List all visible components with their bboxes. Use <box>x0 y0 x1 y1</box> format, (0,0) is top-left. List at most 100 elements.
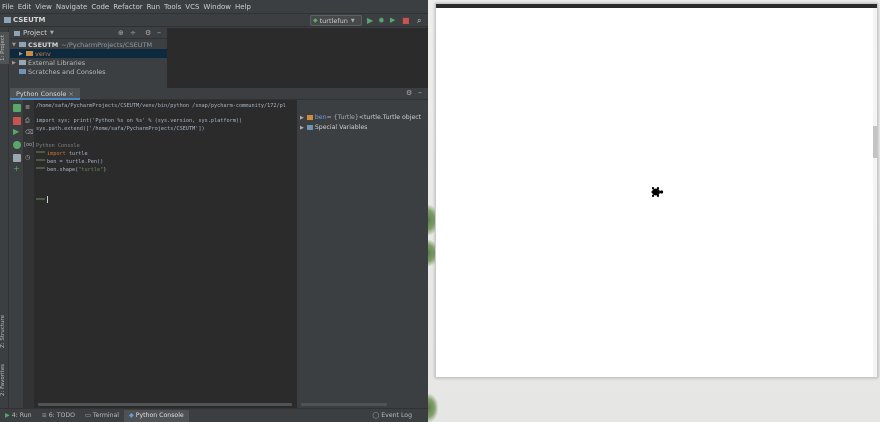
stop-icon[interactable] <box>13 117 21 125</box>
horizontal-scrollbar[interactable] <box>301 403 387 406</box>
run-icon[interactable]: ▶ <box>367 16 373 25</box>
gear-icon[interactable]: ⚙ <box>145 29 151 37</box>
library-icon <box>19 60 26 65</box>
print-icon[interactable]: ⎙ <box>25 117 30 125</box>
tree-item-label: CSEUTM <box>28 40 59 49</box>
hide-panel-icon[interactable]: – <box>418 88 422 97</box>
plant-leaf-decoration <box>428 394 438 422</box>
run-icon: ▶ <box>5 412 10 419</box>
tool-tab-structure[interactable]: Z: Structure <box>0 312 9 352</box>
event-log-button[interactable]: ◯ Event Log <box>372 412 412 419</box>
code-text: ben.shape( <box>47 167 79 173</box>
folder-icon <box>26 51 33 56</box>
menu-view[interactable]: View <box>33 3 54 11</box>
project-view-select[interactable]: Project <box>23 29 47 37</box>
tree-item-scratches[interactable]: Scratches and Consoles <box>10 67 167 76</box>
rerun-icon[interactable] <box>13 104 21 112</box>
variables-panel: ▶ ben = {Turtle} <turtle.Turtle object ▶… <box>296 100 428 408</box>
collapse-icon[interactable]: ÷ <box>130 29 136 37</box>
turtle-icon <box>651 187 664 197</box>
scrollbar-thumb[interactable] <box>873 126 877 158</box>
editor-area[interactable] <box>167 28 428 88</box>
debug-icon[interactable]: ✹ <box>378 16 385 25</box>
variables-icon[interactable]: [oo] <box>24 142 34 148</box>
variable-row-ben[interactable]: ▶ ben = {Turtle} <turtle.Turtle object <box>300 113 421 122</box>
string-text: "turtle" <box>78 167 104 173</box>
close-icon[interactable]: × <box>68 90 73 98</box>
tab-run[interactable]: ▶ 4: Run <box>0 412 37 419</box>
turtle-window-titlebar[interactable] <box>436 4 877 8</box>
collapsed-arrow-icon[interactable]: ▶ <box>300 125 304 131</box>
tree-item-venv[interactable]: ▶ venv <box>10 49 167 58</box>
menu-code[interactable]: Code <box>89 3 111 11</box>
console-output[interactable]: /home/safa/PycharmProjects/CSEUTM/venv/b… <box>34 100 296 408</box>
project-tool-window: Project ▼ ⊕ ÷ ⚙ – ▼ CSEUTM ~/PycharmProj… <box>10 28 167 88</box>
menu-edit[interactable]: Edit <box>16 3 34 11</box>
stop-icon[interactable]: ■ <box>402 16 410 25</box>
event-log-label: Event Log <box>381 412 412 419</box>
prompt-marker <box>36 167 45 169</box>
menu-vcs[interactable]: VCS <box>183 3 201 11</box>
python-config-icon: ◆ <box>313 17 318 24</box>
tab-terminal[interactable]: ▭ Terminal <box>80 412 124 419</box>
special-variables-icon <box>306 125 313 130</box>
python-icon: ◆ <box>129 412 134 419</box>
project-view-icon <box>14 30 20 36</box>
tree-item-external-libraries[interactable]: ▶ External Libraries <box>10 58 167 67</box>
console-input-line: import turtle <box>47 151 88 158</box>
tree-item-label: Scratches and Consoles <box>28 67 106 76</box>
keyword-text: import <box>47 151 66 157</box>
tab-label: 4: Run <box>11 412 32 419</box>
collapsed-arrow-icon[interactable]: ▶ <box>300 115 304 121</box>
tree-item-label: venv <box>35 49 51 58</box>
prompt-marker <box>36 159 45 161</box>
run-coverage-icon[interactable]: ▶ <box>390 16 395 25</box>
scratches-icon <box>19 69 26 74</box>
debug-icon[interactable] <box>13 141 21 149</box>
tab-label: 6: TODO <box>48 412 76 419</box>
add-icon[interactable]: + <box>13 164 20 173</box>
breadcrumb-label: CSEUTM <box>13 16 46 24</box>
text-caret <box>47 196 48 203</box>
menu-bar: File Edit View Navigate Code Refactor Ru… <box>0 0 428 14</box>
tab-todo[interactable]: ≡ 6: TODO <box>37 412 80 419</box>
turtle-graphics-window[interactable] <box>435 3 878 378</box>
tree-item-project-root[interactable]: ▼ CSEUTM ~/PycharmProjects/CSEUTM <box>10 40 167 49</box>
menu-help[interactable]: Help <box>233 3 253 11</box>
menu-refactor[interactable]: Refactor <box>111 3 144 11</box>
gear-icon[interactable]: ⚙ <box>406 89 412 97</box>
search-icon[interactable]: ⌕ <box>417 16 421 25</box>
variable-row-special[interactable]: ▶ Special Variables <box>300 123 367 132</box>
tab-python-console[interactable]: Python Console × <box>10 87 80 100</box>
execute-icon[interactable]: ▶ <box>13 127 19 136</box>
console-line: sys.path.extend(['/home/safa/PycharmProj… <box>36 126 205 132</box>
settings-icon[interactable] <box>13 154 21 162</box>
menu-run[interactable]: Run <box>145 3 162 11</box>
expanded-arrow-icon: ▼ <box>12 41 16 48</box>
locate-icon[interactable]: ⊕ <box>118 29 124 37</box>
tool-tab-project[interactable]: 1: Project <box>0 32 9 64</box>
object-icon <box>306 115 313 120</box>
menu-file[interactable]: File <box>0 3 16 11</box>
trash-icon[interactable]: ⌫ <box>25 129 33 136</box>
history-icon[interactable]: ◷ <box>25 154 30 161</box>
console-input-line: ben = turtle.Pen() <box>47 159 104 165</box>
tab-python-console-bottom[interactable]: ◆ Python Console <box>124 409 189 422</box>
hide-panel-icon[interactable]: – <box>157 28 161 37</box>
breadcrumb-project[interactable]: CSEUTM <box>4 16 46 24</box>
menu-tools[interactable]: Tools <box>162 3 183 11</box>
menu-navigate[interactable]: Navigate <box>54 3 89 11</box>
variable-type: = {Turtle} <box>326 114 359 121</box>
chevron-down-icon[interactable]: ▼ <box>50 30 54 36</box>
horizontal-scrollbar[interactable] <box>38 403 292 406</box>
run-configuration-select[interactable]: ◆ turtlefun ▼ <box>310 15 362 26</box>
console-gutter: ≣ ⎙ ⌫ [oo] ◷ <box>24 100 34 408</box>
console-line: import sys; print('Python %s on %s' % (s… <box>36 118 243 124</box>
menu-window[interactable]: Window <box>201 3 233 11</box>
soft-wrap-icon[interactable]: ≣ <box>25 104 30 111</box>
tool-tab-favorites[interactable]: 2: Favorites <box>0 358 9 402</box>
folder-icon <box>19 42 26 47</box>
vertical-scrollbar[interactable] <box>873 8 877 377</box>
collapsed-arrow-icon: ▶ <box>12 59 16 66</box>
status-bar: ▶ 4: Run ≡ 6: TODO ▭ Terminal ◆ Python C… <box>0 408 428 422</box>
